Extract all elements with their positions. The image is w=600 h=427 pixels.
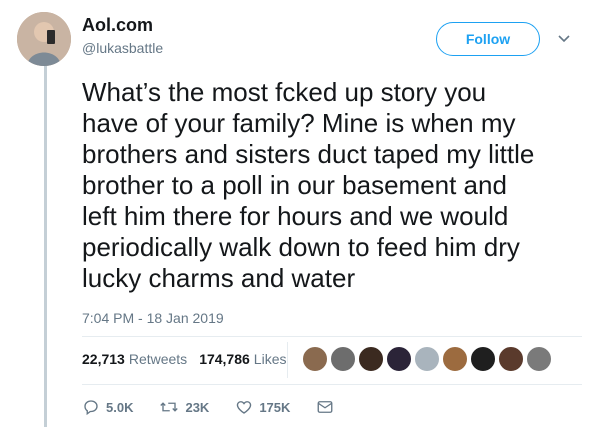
retweet-action-count: 23K bbox=[185, 399, 210, 415]
tweet-text: What’s the most fcked up story you have … bbox=[82, 77, 535, 293]
action-bar: 5.0K 23K 175K bbox=[82, 398, 366, 416]
chevron-down-icon[interactable] bbox=[556, 30, 572, 46]
divider-top bbox=[82, 336, 582, 337]
reply-button[interactable]: 5.0K bbox=[82, 398, 133, 416]
thread-line bbox=[44, 66, 47, 427]
message-button[interactable] bbox=[316, 398, 340, 416]
like-label[interactable]: Likes bbox=[254, 351, 287, 367]
heart-icon bbox=[237, 401, 252, 414]
liker-avatars bbox=[302, 346, 554, 372]
like-count[interactable]: 174,786 bbox=[199, 351, 250, 367]
follow-button[interactable]: Follow bbox=[436, 22, 540, 56]
retweet-icon bbox=[160, 402, 179, 412]
display-name[interactable]: Aol.com bbox=[82, 15, 153, 36]
envelope-icon bbox=[317, 401, 333, 413]
stats-separator bbox=[287, 342, 288, 378]
liker-avatar[interactable] bbox=[414, 346, 440, 372]
tweet-timestamp[interactable]: 7:04 PM - 18 Jan 2019 bbox=[82, 310, 224, 326]
avatar-image bbox=[17, 12, 71, 66]
reply-count: 5.0K bbox=[106, 399, 134, 415]
engagement-stats: 22,713 Retweets 174,786 Likes bbox=[82, 347, 298, 371]
retweet-button[interactable]: 23K bbox=[159, 398, 209, 416]
reply-icon bbox=[84, 400, 98, 416]
divider-bottom bbox=[82, 384, 582, 385]
liker-avatar[interactable] bbox=[498, 346, 524, 372]
like-button[interactable]: 175K bbox=[235, 398, 290, 416]
retweet-label[interactable]: Retweets bbox=[129, 351, 187, 367]
liker-avatar[interactable] bbox=[302, 346, 328, 372]
user-handle[interactable]: @lukasbattle bbox=[82, 40, 163, 56]
avatar[interactable] bbox=[17, 12, 71, 66]
liker-avatar[interactable] bbox=[386, 346, 412, 372]
liker-avatar[interactable] bbox=[442, 346, 468, 372]
retweet-count[interactable]: 22,713 bbox=[82, 351, 125, 367]
like-action-count: 175K bbox=[259, 399, 291, 415]
liker-avatar[interactable] bbox=[358, 346, 384, 372]
liker-avatar[interactable] bbox=[526, 346, 552, 372]
liker-avatar[interactable] bbox=[330, 346, 356, 372]
liker-avatar[interactable] bbox=[470, 346, 496, 372]
